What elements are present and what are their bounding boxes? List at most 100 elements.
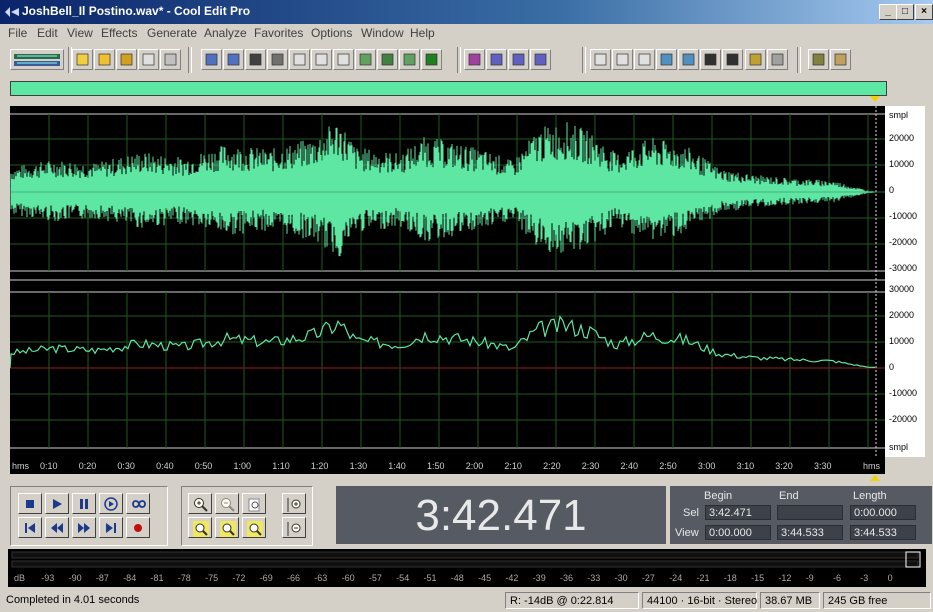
status-bar: Completed in 4.01 seconds R: -14dB @ 0:2… bbox=[0, 590, 933, 612]
copy-button[interactable] bbox=[289, 49, 310, 70]
maximize-button[interactable]: □ bbox=[896, 4, 914, 20]
zoom-out-horizontal-button[interactable] bbox=[215, 493, 239, 514]
time-ruler[interactable]: hms 0:10 0:20 0:30 0:40 0:50 1:00 1:10 1:20 1:30 1… bbox=[10, 457, 885, 474]
amplitude-label: 0 bbox=[889, 362, 895, 372]
sample-format[interactable]: 44100 · 16-bit · Stereo bbox=[642, 592, 757, 609]
level-meter[interactable]: dB -93 -90 -87 -84 -81 -78 -75 -72 -69 -66 -63 -60 -5… bbox=[8, 549, 926, 587]
spectral-pan-button[interactable] bbox=[508, 49, 529, 70]
zoom-to-sel-button[interactable] bbox=[656, 49, 677, 70]
menu-edit[interactable]: Edit bbox=[37, 26, 58, 40]
mix-paste-button[interactable] bbox=[333, 49, 354, 70]
time-tick-label: 0:20 bbox=[78, 461, 97, 471]
open-file-button[interactable] bbox=[94, 49, 115, 70]
redo-button[interactable] bbox=[223, 49, 244, 70]
time-format-button[interactable] bbox=[678, 49, 699, 70]
go-to-start-icon bbox=[25, 523, 35, 533]
zoom-in-vertical-button[interactable] bbox=[282, 493, 306, 514]
waveform-view-button[interactable] bbox=[464, 49, 485, 70]
menu-help[interactable]: Help bbox=[410, 26, 435, 40]
help-icon bbox=[834, 53, 847, 66]
amplitude-label: -30000 bbox=[889, 263, 918, 273]
multitrack-toggle-button[interactable] bbox=[10, 49, 64, 70]
play-button[interactable] bbox=[45, 493, 69, 514]
menu-options[interactable]: Options bbox=[311, 26, 352, 40]
trim-button[interactable] bbox=[355, 49, 376, 70]
time-tick-label: 2:50 bbox=[659, 461, 677, 471]
db-scale-label: -30 bbox=[614, 573, 628, 583]
waveform-canvas[interactable] bbox=[10, 106, 885, 457]
repeat-last-button[interactable] bbox=[245, 49, 266, 70]
info-button[interactable] bbox=[612, 49, 633, 70]
go-to-start-button[interactable] bbox=[18, 517, 42, 538]
close-file-icon bbox=[164, 53, 177, 66]
copy-icon bbox=[293, 53, 306, 66]
db-scale-label: -27 bbox=[641, 573, 655, 583]
stop-button[interactable] bbox=[18, 493, 42, 514]
save-button[interactable] bbox=[116, 49, 137, 70]
pause-button[interactable] bbox=[72, 493, 96, 514]
time-tick-label: 2:30 bbox=[581, 461, 600, 471]
view-length-field[interactable]: 3:44.533 bbox=[850, 525, 916, 540]
end-marker-icon[interactable] bbox=[870, 473, 882, 481]
db-scale-label: -81 bbox=[150, 573, 164, 583]
rewind-button[interactable] bbox=[45, 517, 69, 538]
title-bar[interactable]: JoshBell_Il Postino.wav* - Cool Edit Pro… bbox=[0, 0, 933, 24]
menu-view[interactable]: View bbox=[67, 26, 93, 40]
zoom-out-full-button[interactable] bbox=[634, 49, 655, 70]
db-scale-label: -33 bbox=[587, 573, 601, 583]
close-file-button[interactable] bbox=[160, 49, 181, 70]
view-begin-field[interactable]: 0:00.000 bbox=[705, 525, 771, 540]
waveform-overview-bar[interactable] bbox=[10, 81, 887, 96]
envelope-button[interactable] bbox=[377, 49, 398, 70]
close-button[interactable]: × bbox=[915, 4, 933, 20]
time-display: 3:42.471 bbox=[336, 486, 666, 544]
menu-window[interactable]: Window bbox=[361, 26, 404, 40]
zoom-full-button[interactable] bbox=[242, 493, 266, 514]
record-button[interactable] bbox=[126, 517, 150, 538]
spectral-freq-button[interactable] bbox=[486, 49, 507, 70]
zoom-out-vertical-icon bbox=[287, 522, 301, 536]
view-end-field[interactable]: 3:44.533 bbox=[777, 525, 843, 540]
loop-button[interactable] bbox=[126, 493, 150, 514]
status-button[interactable] bbox=[745, 49, 766, 70]
zoom-out-vertical-button[interactable] bbox=[282, 517, 306, 538]
status-message: Completed in 4.01 seconds bbox=[6, 594, 140, 606]
db-scale-label: -87 bbox=[95, 573, 109, 583]
help-button[interactable] bbox=[830, 49, 851, 70]
menu-favorites[interactable]: Favorites bbox=[254, 26, 303, 40]
go-to-end-button[interactable] bbox=[99, 517, 123, 538]
play-to-end-button[interactable] bbox=[99, 493, 123, 514]
zoom-to-selection-button[interactable] bbox=[242, 517, 266, 538]
settings-button[interactable] bbox=[767, 49, 788, 70]
sel-end-field[interactable] bbox=[777, 505, 843, 520]
menu-file[interactable]: File bbox=[8, 26, 27, 40]
playhead-marker-icon[interactable] bbox=[870, 96, 882, 104]
play-list-button[interactable] bbox=[590, 49, 611, 70]
script-button[interactable] bbox=[808, 49, 829, 70]
spectral-view-button[interactable] bbox=[421, 49, 442, 70]
save-all-button[interactable] bbox=[138, 49, 159, 70]
script-icon bbox=[812, 53, 825, 66]
cut-button[interactable] bbox=[267, 49, 288, 70]
paste-button[interactable] bbox=[311, 49, 332, 70]
zoom-to-left-button[interactable] bbox=[188, 517, 212, 538]
cue-list-button[interactable] bbox=[530, 49, 551, 70]
new-file-button[interactable] bbox=[72, 49, 93, 70]
minimize-button[interactable]: _ bbox=[879, 4, 897, 20]
menu-generate[interactable]: Generate bbox=[147, 26, 197, 40]
zoom-in-horizontal-button[interactable] bbox=[188, 493, 212, 514]
menu-analyze[interactable]: Analyze bbox=[204, 26, 247, 40]
time-tick-label: 3:20 bbox=[775, 461, 793, 471]
waveform-display[interactable] bbox=[10, 106, 885, 457]
end-header: End bbox=[779, 490, 799, 502]
db-scale-label: -36 bbox=[560, 573, 574, 583]
levels-button[interactable] bbox=[722, 49, 743, 70]
favorites-button[interactable] bbox=[399, 49, 420, 70]
snap-button[interactable] bbox=[700, 49, 721, 70]
sel-length-field[interactable]: 0:00.000 bbox=[850, 505, 916, 520]
sel-begin-field[interactable]: 3:42.471 bbox=[705, 505, 771, 520]
zoom-to-right-button[interactable] bbox=[215, 517, 239, 538]
fast-forward-button[interactable] bbox=[72, 517, 96, 538]
undo-button[interactable] bbox=[201, 49, 222, 70]
menu-effects[interactable]: Effects bbox=[101, 26, 137, 40]
